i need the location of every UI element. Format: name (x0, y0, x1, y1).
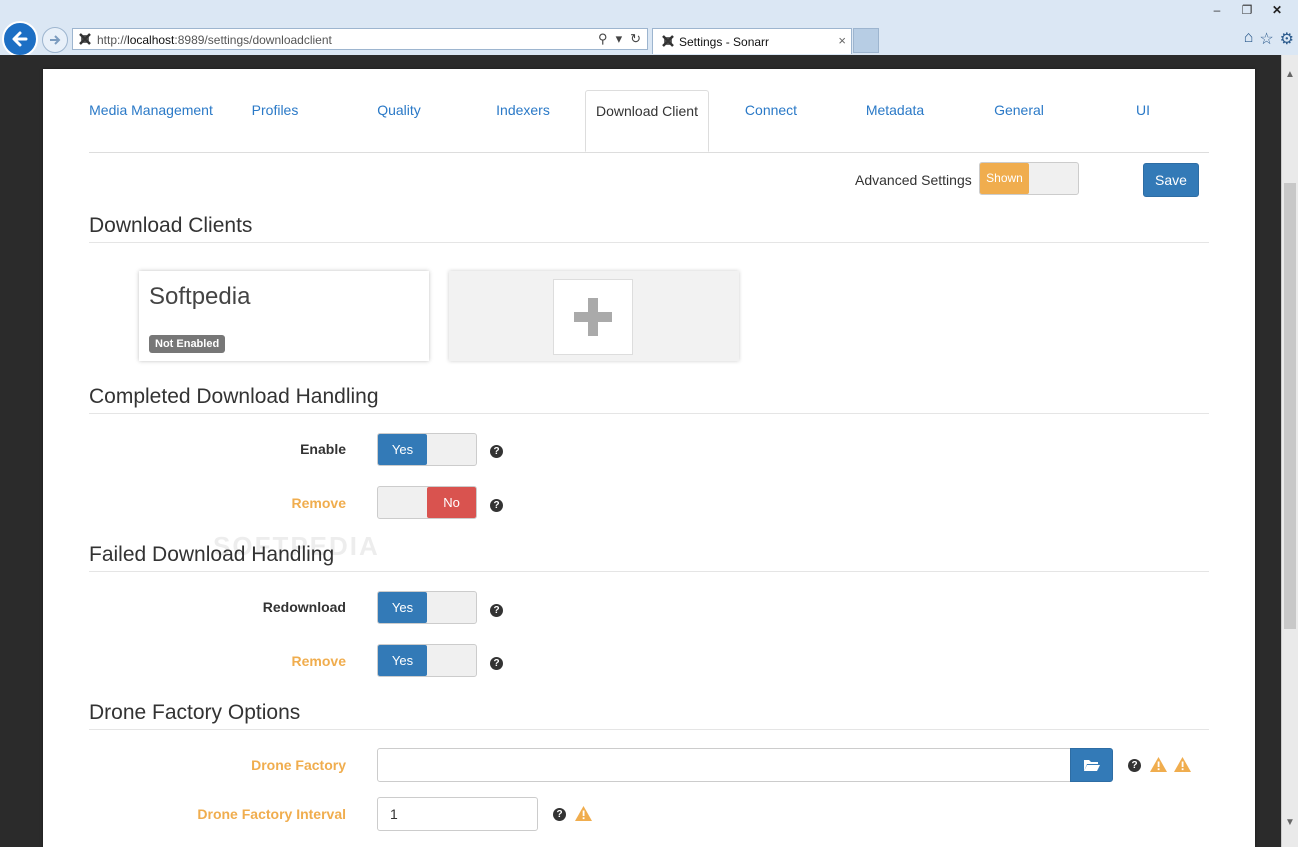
search-icon[interactable]: ⚲ (598, 31, 608, 47)
minimize-icon[interactable]: – (1202, 0, 1232, 20)
tab-profiles[interactable]: Profiles (213, 90, 337, 152)
tab-indexers[interactable]: Indexers (461, 90, 585, 152)
completed-remove-help-icon[interactable]: ? (490, 499, 503, 512)
scrollbar-thumb[interactable] (1284, 183, 1296, 629)
failed-remove-label: Remove (291, 653, 346, 669)
page-viewport: Media Management Profiles Quality Indexe… (0, 55, 1281, 847)
browser-tab[interactable]: Settings - Sonarr × (652, 28, 852, 54)
settings-tabs: Media Management Profiles Quality Indexe… (89, 90, 1209, 153)
tab-download-client[interactable]: Download Client (585, 90, 709, 152)
tab-general[interactable]: General (957, 90, 1081, 152)
save-button[interactable]: Save (1143, 163, 1199, 197)
drone-factory-help-icon[interactable]: ? (1128, 759, 1141, 772)
site-icon (78, 32, 92, 49)
section-completed-download-handling: Completed Download Handling (89, 385, 1209, 414)
drone-factory-input[interactable] (377, 748, 1071, 782)
scroll-down-icon[interactable]: ▼ (1285, 817, 1295, 828)
refresh-icon[interactable]: ↻ (630, 31, 641, 47)
advanced-settings-state: Shown (980, 163, 1029, 194)
tab-ui[interactable]: UI (1081, 90, 1205, 152)
tools-gear-icon[interactable]: ⚙ (1280, 29, 1294, 49)
drone-factory-label: Drone Factory (251, 757, 346, 773)
completed-remove-toggle[interactable]: No (377, 486, 477, 519)
drone-factory-interval-input[interactable]: 1 (377, 797, 538, 831)
add-download-client-card[interactable] (449, 271, 739, 361)
address-bar[interactable]: http://localhost:8989/settings/downloadc… (72, 28, 648, 50)
failed-remove-toggle-value: Yes (378, 645, 427, 676)
browser-chrome: http://localhost:8989/settings/downloadc… (0, 0, 1298, 57)
status-badge: Not Enabled (149, 335, 226, 353)
enable-toggle[interactable]: Yes (377, 433, 477, 466)
drone-factory-interval-label: Drone Factory Interval (197, 806, 346, 822)
back-arrow-icon (12, 31, 28, 47)
tab-connect[interactable]: Connect (709, 90, 833, 152)
warning-icon[interactable] (1150, 757, 1167, 772)
favorites-star-icon[interactable]: ☆ (1259, 29, 1273, 49)
browse-folder-button[interactable] (1070, 748, 1113, 782)
folder-open-icon (1083, 760, 1100, 771)
enable-help-icon[interactable]: ? (490, 445, 503, 458)
home-icon[interactable]: ⌂ (1244, 29, 1254, 49)
dropdown-icon[interactable]: ▾ (616, 31, 623, 47)
restore-icon[interactable]: ❐ (1232, 0, 1262, 20)
plus-icon (574, 298, 612, 336)
completed-remove-label: Remove (291, 495, 346, 511)
client-name: Softpedia (149, 283, 251, 310)
drone-factory-interval-help-icon[interactable]: ? (553, 808, 566, 821)
tab-quality[interactable]: Quality (337, 90, 461, 152)
redownload-help-icon[interactable]: ? (490, 604, 503, 617)
redownload-label: Redownload (262, 599, 346, 615)
enable-toggle-value: Yes (378, 434, 427, 465)
section-download-clients: Download Clients (89, 214, 1209, 243)
back-button[interactable] (2, 21, 38, 57)
tab-close-icon[interactable]: × (838, 33, 846, 48)
settings-panel: Media Management Profiles Quality Indexe… (43, 69, 1255, 847)
redownload-toggle[interactable]: Yes (377, 591, 477, 624)
enable-label: Enable (300, 441, 346, 457)
completed-remove-toggle-value: No (427, 487, 476, 518)
address-url: http://localhost:8989/settings/downloadc… (97, 33, 332, 47)
forward-arrow-icon (50, 35, 61, 45)
section-drone-factory-options: Drone Factory Options (89, 701, 1209, 730)
tab-title: Settings - Sonarr (679, 35, 770, 49)
redownload-toggle-value: Yes (378, 592, 427, 623)
scroll-up-icon[interactable]: ▲ (1285, 69, 1295, 80)
failed-remove-help-icon[interactable]: ? (490, 657, 503, 670)
watermark: SOFTPEDIA (213, 531, 380, 561)
tab-metadata[interactable]: Metadata (833, 90, 957, 152)
warning-icon[interactable] (575, 806, 592, 821)
download-client-card[interactable]: Softpedia Not Enabled (139, 271, 429, 361)
tab-site-icon (661, 34, 675, 51)
warning-icon[interactable] (1174, 757, 1191, 772)
new-tab-button[interactable] (853, 28, 879, 53)
advanced-settings-toggle[interactable]: Shown (979, 162, 1079, 195)
close-window-icon[interactable]: ✕ (1262, 0, 1292, 20)
tab-media-management[interactable]: Media Management (89, 90, 213, 152)
page-scrollbar[interactable]: ▲ ▼ (1281, 55, 1298, 847)
advanced-settings-label: Advanced Settings (855, 172, 972, 188)
forward-button[interactable] (42, 27, 68, 53)
failed-remove-toggle[interactable]: Yes (377, 644, 477, 677)
